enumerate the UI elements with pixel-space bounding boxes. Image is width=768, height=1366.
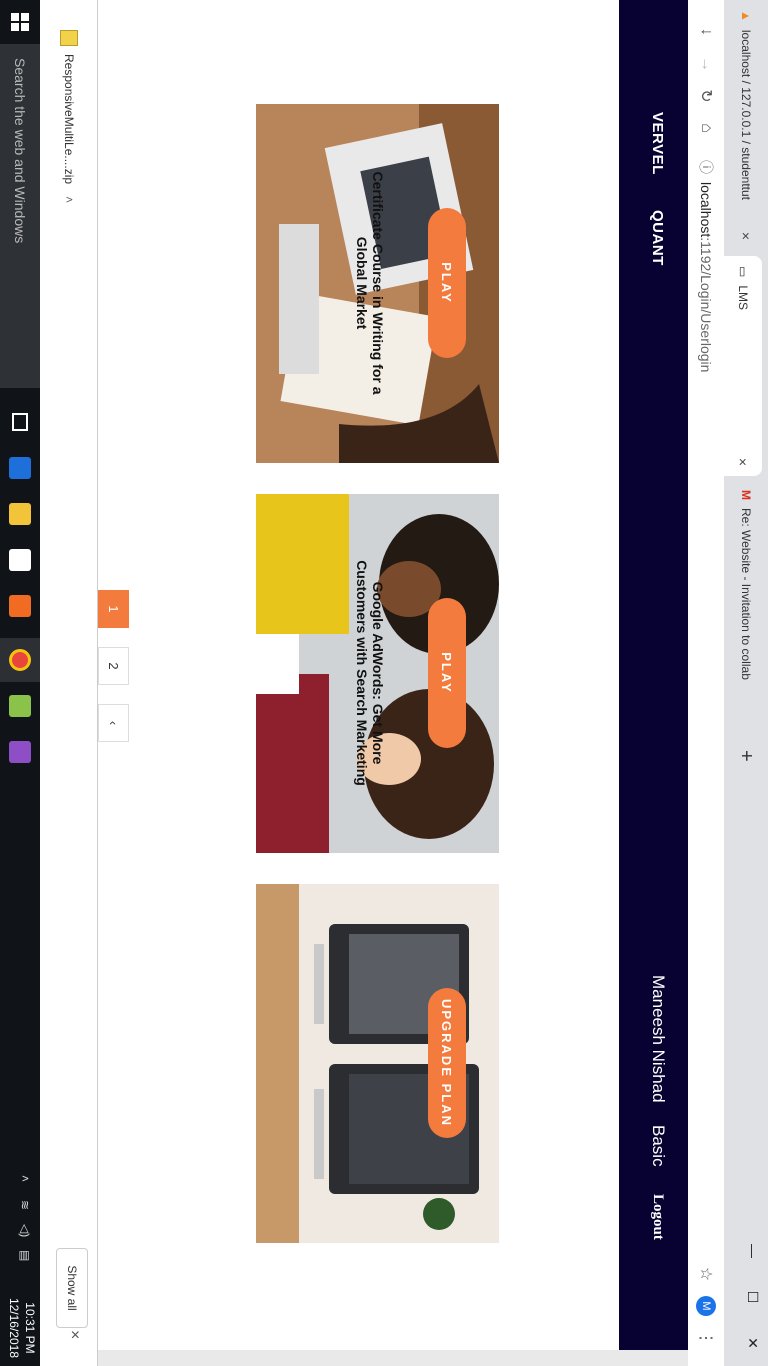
download-file-name: ResponsiveMultiLe....zip xyxy=(62,54,76,185)
upgrade-plan-button[interactable]: UPGRADE PLAN xyxy=(428,988,466,1138)
notepad-plus-icon[interactable] xyxy=(0,684,40,728)
info-icon: ⓘ xyxy=(698,160,714,174)
download-item[interactable]: ResponsiveMultiLe....zip ˄ xyxy=(49,30,89,230)
play-button[interactable]: PLAY xyxy=(428,208,466,358)
vertical-scrollbar[interactable] xyxy=(82,1350,688,1366)
reload-button[interactable]: ↻ xyxy=(694,84,718,108)
tab-strip: ▲ localhost / 127.0.0.1 / studenttut × ▭… xyxy=(724,0,768,1366)
page-2-button[interactable]: 2 xyxy=(98,647,129,685)
menu-button[interactable]: ⋮ xyxy=(694,1326,718,1350)
visual-studio-icon[interactable] xyxy=(0,730,40,774)
zip-file-icon xyxy=(60,30,78,46)
nav-vervel[interactable]: VERVEL xyxy=(649,112,666,175)
url-path: :1192/Login/Userlogin xyxy=(698,237,714,373)
profile-avatar[interactable]: M xyxy=(694,1294,718,1318)
windows-taskbar: Search the web and Windows ˄ ≋ ◁) ▤ 10:3… xyxy=(0,0,40,1366)
chevron-up-icon[interactable]: ˄ xyxy=(62,196,76,203)
taskbar-clock[interactable]: 10:31 PM 12/16/2018 xyxy=(6,1298,38,1358)
chrome-icon[interactable] xyxy=(0,638,40,682)
home-button[interactable]: ⌂ xyxy=(694,116,718,140)
new-tab-button[interactable]: + xyxy=(724,740,768,776)
close-download-bar-icon[interactable]: × xyxy=(65,1330,83,1339)
chevron-up-icon[interactable]: ˄ xyxy=(18,1175,32,1182)
url-host: localhost xyxy=(698,182,714,238)
wifi-icon[interactable]: ≋ xyxy=(18,1200,32,1210)
tab-lms[interactable]: ▭ LMS × xyxy=(724,256,762,476)
windows-logo-icon xyxy=(11,13,29,31)
prev-page-button[interactable]: ‹ xyxy=(98,704,129,742)
close-icon[interactable]: × xyxy=(738,232,754,240)
tab-label: LMS xyxy=(736,285,750,311)
tab-label: localhost / 127.0.0.1 / studenttut xyxy=(739,29,753,201)
more-icon: ⋮ xyxy=(697,1330,714,1346)
store-icon[interactable] xyxy=(0,538,40,582)
avatar: M xyxy=(696,1296,716,1316)
start-button[interactable] xyxy=(0,0,40,44)
page-viewport: VERVEL QUANT Maneesh Nishad Basic Logout… xyxy=(98,0,688,1350)
tab-gmail[interactable]: M Re: Website - Invitation to collab xyxy=(724,480,768,730)
download-arrow-icon[interactable]: ↓ xyxy=(694,20,718,44)
nav-quant[interactable]: QUANT xyxy=(649,210,666,266)
page-1-button[interactable]: 1 xyxy=(98,590,129,628)
address-bar: ↓ → ↻ ⌂ ⓘ localhost :1192/Login/Userlogi… xyxy=(687,0,724,1366)
taskbar-search[interactable]: Search the web and Windows xyxy=(0,44,40,388)
plan-label: Basic xyxy=(649,1125,668,1167)
logout-link[interactable]: Logout xyxy=(649,1194,666,1240)
forward-button[interactable]: → xyxy=(694,52,718,76)
plus-icon: + xyxy=(735,750,758,762)
user-name: Maneesh Nishad xyxy=(649,975,668,1103)
play-button[interactable]: PLAY xyxy=(428,598,466,748)
clock-date: 12/16/2018 xyxy=(7,1297,21,1358)
gmail-icon: M xyxy=(739,490,753,500)
phpmyadmin-icon: ▲ xyxy=(739,10,753,22)
search-placeholder: Search the web and Windows xyxy=(12,58,28,244)
bookmark-star-icon[interactable]: ☆ xyxy=(694,1262,718,1286)
notification-icon[interactable]: ▤ xyxy=(18,1250,32,1261)
close-window-button[interactable]: ✕ xyxy=(738,1320,768,1366)
edge-icon[interactable] xyxy=(0,446,40,490)
maximize-button[interactable]: ☐ xyxy=(738,1274,768,1320)
file-explorer-icon[interactable] xyxy=(0,492,40,536)
minimize-button[interactable]: — xyxy=(738,1228,768,1274)
site-navbar: VERVEL QUANT Maneesh Nishad Basic Logout xyxy=(619,0,688,1350)
url-field[interactable]: ⓘ localhost :1192/Login/Userlogin xyxy=(692,160,720,1260)
page-icon: ▭ xyxy=(736,266,750,278)
course-title[interactable]: Google AdWords: Get More Customers with … xyxy=(354,553,386,793)
tab-label: Re: Website - Invitation to collab xyxy=(739,508,753,680)
xampp-icon[interactable] xyxy=(0,584,40,628)
volume-icon[interactable]: ◁) xyxy=(18,1224,32,1237)
desktop-screen: ▲ localhost / 127.0.0.1 / studenttut × ▭… xyxy=(0,0,768,1366)
close-icon[interactable]: × xyxy=(735,458,751,466)
show-all-button[interactable]: Show all xyxy=(56,1248,88,1328)
clock-time: 10:31 PM xyxy=(23,1302,37,1354)
tab-phpmyadmin[interactable]: ▲ localhost / 127.0.0.1 / studenttut × xyxy=(724,0,768,250)
course-title[interactable]: Certificate Course in Writing for a Glob… xyxy=(354,163,386,403)
task-view-icon[interactable] xyxy=(0,400,40,444)
download-bar: ResponsiveMultiLe....zip ˄ Show all × xyxy=(39,0,98,1366)
